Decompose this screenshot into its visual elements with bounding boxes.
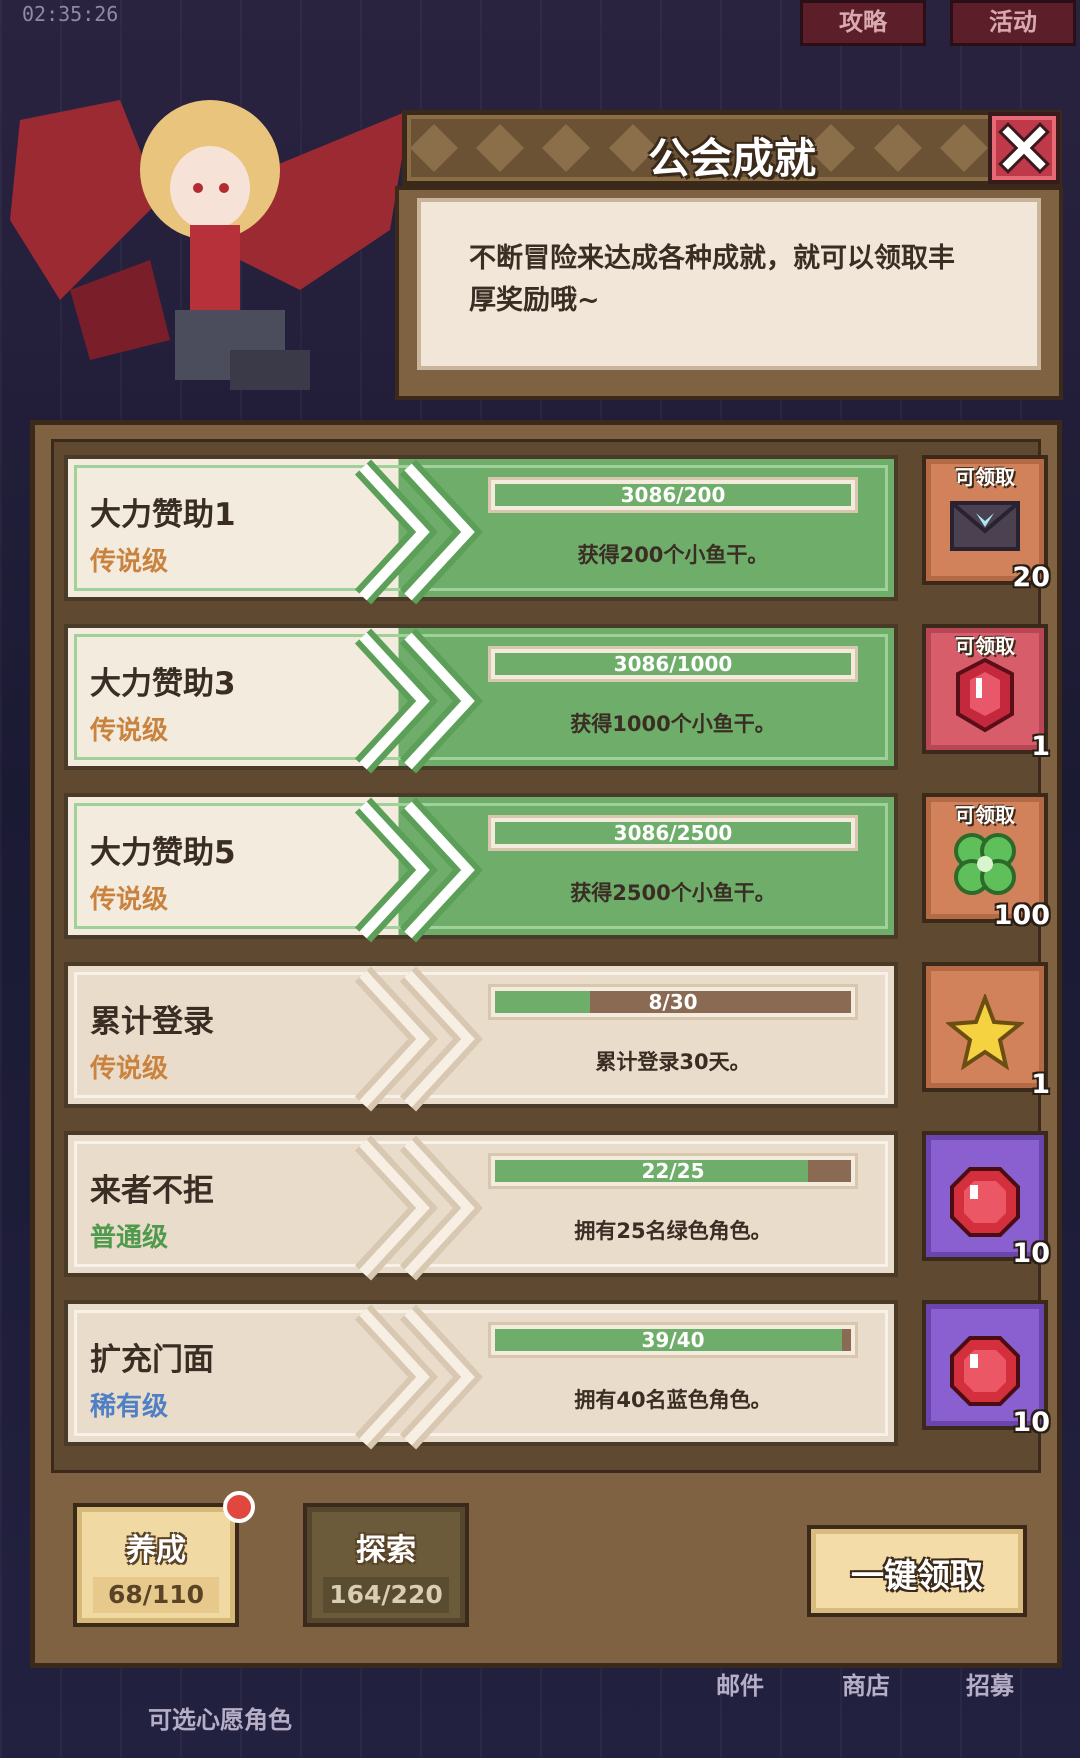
- nav-shop[interactable]: 商店: [842, 1666, 890, 1701]
- achievement-tier: 传说级: [90, 547, 169, 577]
- star-icon: [946, 994, 1024, 1071]
- clock: 02:35:26: [22, 2, 119, 26]
- achievement-name: 累计登录: [90, 1004, 214, 1040]
- ruby-gem-icon: [956, 657, 1014, 733]
- notification-dot: [223, 1491, 255, 1523]
- achievement-description: 获得1000个小鱼干。: [570, 712, 776, 736]
- tab-guide[interactable]: 攻略: [800, 0, 926, 46]
- achievement-description: 累计登录30天。: [595, 1050, 751, 1074]
- nav-recruit[interactable]: 招募: [966, 1666, 1014, 1701]
- progress-text: 8/30: [648, 990, 698, 1014]
- dialog-description: 不断冒险来达成各种成就，就可以领取丰厚奖励哦~: [469, 243, 955, 316]
- wish-character-label: 可选心愿角色: [148, 1706, 292, 1734]
- chevron-decoration: [354, 1304, 483, 1450]
- chevron-decoration: [354, 628, 483, 774]
- reward-count: 1: [1031, 1069, 1050, 1100]
- chevron-decoration: [354, 966, 483, 1112]
- close-icon: [998, 122, 1050, 174]
- achievement-tier: 稀有级: [90, 1392, 169, 1422]
- achievement-card: 来者不拒 普通级 22/25 拥有25名绿色角色。: [64, 1131, 898, 1281]
- reward-count: 10: [1012, 1407, 1050, 1438]
- reward-slot: 10: [922, 1131, 1050, 1269]
- claimable-label: 可领取: [955, 634, 1015, 658]
- reward-slot[interactable]: 可领取 20: [922, 455, 1050, 593]
- achievement-tier: 传说级: [90, 716, 169, 746]
- progress-text: 3086/1000: [613, 652, 733, 676]
- achievement-name: 来者不拒: [90, 1173, 214, 1209]
- reward-count: 100: [993, 900, 1050, 931]
- progress-bar: 3086/1000: [488, 646, 858, 682]
- description-box: 不断冒险来达成各种成就，就可以领取丰厚奖励哦~: [395, 186, 1063, 400]
- achievement-tier: 传说级: [90, 1054, 169, 1084]
- red-gem-icon: [950, 1167, 1020, 1237]
- achievement-row: 大力赞助5 传说级 3086/2500 获得2500个小鱼干。 可领取 100: [64, 793, 1050, 943]
- dialog-header: 公会成就: [402, 110, 1062, 186]
- progress-text: 3086/200: [620, 483, 726, 507]
- achievement-row: 大力赞助1 传说级 3086/200 获得200个小鱼干。 可领取 20: [64, 455, 1050, 605]
- achievement-card: 扩充门面 稀有级 39/40 拥有40名蓝色角色。: [64, 1300, 898, 1450]
- category-progress: 164/220: [323, 1577, 449, 1613]
- achievement-tier: 普通级: [90, 1223, 169, 1253]
- envelope-icon: [950, 501, 1020, 551]
- claim-all-button[interactable]: 一键领取: [807, 1525, 1027, 1617]
- progress-bar: 3086/200: [488, 477, 858, 513]
- progress-bar: 3086/2500: [488, 815, 858, 851]
- progress-bar: 22/25: [488, 1153, 858, 1189]
- achievement-name: 大力赞助1: [90, 497, 236, 533]
- achievement-card: 大力赞助3 传说级 3086/1000 获得1000个小鱼干。: [64, 624, 898, 774]
- progress-bar: 8/30: [488, 984, 858, 1020]
- chevron-decoration: [354, 459, 483, 605]
- progress-text: 39/40: [641, 1328, 705, 1352]
- achievement-row: 大力赞助3 传说级 3086/1000 获得1000个小鱼干。 可领取 1: [64, 624, 1050, 774]
- category-progress: 68/110: [93, 1577, 219, 1613]
- progress-text: 22/25: [641, 1159, 705, 1183]
- chevron-decoration: [354, 797, 483, 943]
- achievement-row: 来者不拒 普通级 22/25 拥有25名绿色角色。 10: [64, 1131, 1050, 1281]
- character-illustration: [10, 100, 410, 390]
- reward-count: 10: [1012, 1238, 1050, 1269]
- clover-icon: [954, 833, 1016, 895]
- panel-footer: 养成 68/110 探索 164/220 一键领取: [51, 1481, 1041, 1641]
- category-training-button[interactable]: 养成 68/110: [73, 1503, 239, 1627]
- category-explore-button[interactable]: 探索 164/220: [303, 1503, 469, 1627]
- achievement-name: 大力赞助3: [90, 666, 236, 702]
- achievement-card: 大力赞助5 传说级 3086/2500 获得2500个小鱼干。: [64, 793, 898, 943]
- achievement-card: 大力赞助1 传说级 3086/200 获得200个小鱼干。: [64, 455, 898, 605]
- chevron-decoration: [354, 1135, 483, 1281]
- achievement-description: 拥有25名绿色角色。: [574, 1219, 772, 1243]
- progress-bar: 39/40: [488, 1322, 858, 1358]
- tab-events[interactable]: 活动: [950, 0, 1076, 46]
- achievement-row: 扩充门面 稀有级 39/40 拥有40名蓝色角色。 10: [64, 1300, 1050, 1450]
- achievement-tier: 传说级: [90, 885, 169, 915]
- reward-count: 20: [1012, 562, 1050, 593]
- reward-count: 1: [1031, 731, 1050, 762]
- red-gem-icon: [950, 1336, 1020, 1406]
- category-label: 探索: [356, 1533, 416, 1568]
- achievement-description: 拥有40名蓝色角色。: [574, 1388, 772, 1412]
- achievement-name: 大力赞助5: [90, 835, 236, 871]
- reward-slot: 1: [922, 962, 1050, 1100]
- category-label: 养成: [126, 1533, 186, 1568]
- achievement-row: 累计登录 传说级 8/30 累计登录30天。 1: [64, 962, 1050, 1112]
- achievement-description: 获得200个小鱼干。: [577, 543, 769, 567]
- reward-slot[interactable]: 可领取 1: [922, 624, 1050, 762]
- achievement-card: 累计登录 传说级 8/30 累计登录30天。: [64, 962, 898, 1112]
- achievement-description: 获得2500个小鱼干。: [570, 881, 776, 905]
- claimable-label: 可领取: [955, 465, 1015, 489]
- reward-slot: 10: [922, 1300, 1050, 1438]
- progress-text: 3086/2500: [613, 821, 733, 845]
- claim-all-label: 一键领取: [851, 1556, 983, 1595]
- reward-slot[interactable]: 可领取 100: [922, 793, 1050, 931]
- close-button[interactable]: [988, 112, 1060, 184]
- dialog-title: 公会成就: [647, 134, 816, 183]
- claimable-label: 可领取: [955, 803, 1015, 827]
- achievement-name: 扩充门面: [90, 1342, 214, 1378]
- nav-mail[interactable]: 邮件: [716, 1666, 764, 1701]
